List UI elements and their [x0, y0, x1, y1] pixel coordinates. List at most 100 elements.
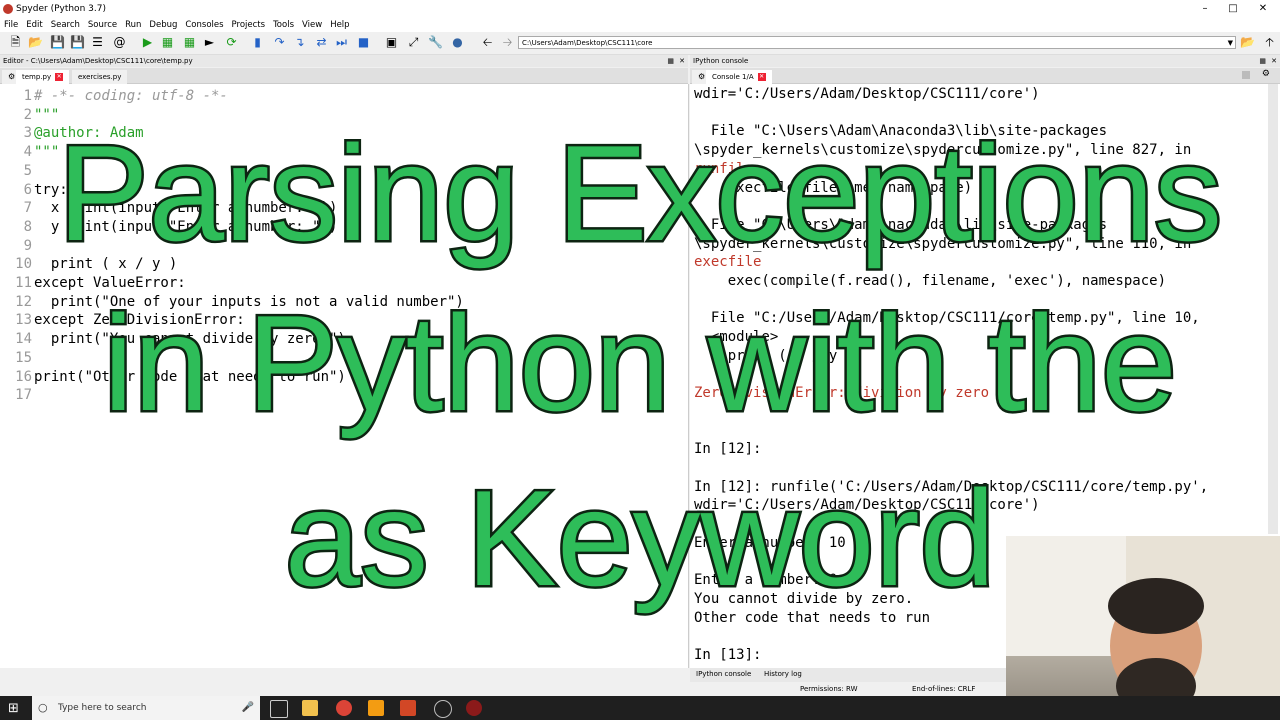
console-line: File "C:\Users\Adam\Anaconda3\lib\site-p…: [694, 216, 1108, 233]
obs-icon[interactable]: [434, 700, 452, 718]
code-editor[interactable]: 1 # -*- coding: utf-8 -*- 2 """ 3 @author: Ad…: [0, 84, 689, 668]
python-path-icon[interactable]: ●: [450, 35, 465, 50]
forward-arrow-icon[interactable]: 🡢: [500, 35, 515, 50]
stop-debug-icon[interactable]: ■: [356, 35, 371, 50]
menu-consoles[interactable]: Consoles: [181, 18, 227, 32]
close-button[interactable]: ✕: [1248, 2, 1278, 16]
window-title: Spyder (Python 3.7): [16, 4, 106, 14]
save-icon[interactable]: 💾: [50, 35, 65, 50]
console-line: wdir='C:/Users/Adam/Desktop/CSC111/core'…: [694, 497, 1040, 514]
code-line[interactable]: except ZeroDivisionError:: [34, 312, 245, 328]
status-bar: Permissions: RW End-of-lines: CRLF: [690, 682, 1010, 696]
minimize-button[interactable]: –: [1190, 2, 1220, 16]
search-placeholder: Type here to search: [58, 703, 147, 713]
menu-tools[interactable]: Tools: [269, 18, 298, 32]
tab-console-1a[interactable]: Console 1/A ✕: [706, 70, 772, 84]
windows-start-icon[interactable]: ⊞: [8, 701, 19, 716]
line-number: 10: [15, 256, 32, 273]
line-number: 8: [23, 218, 32, 235]
line-number: 11: [15, 275, 32, 291]
menu-help[interactable]: Help: [326, 18, 353, 32]
stop-console-icon[interactable]: [1242, 71, 1250, 79]
close-tab-icon[interactable]: ✕: [757, 73, 766, 81]
run-cell-advance-icon[interactable]: ▦: [182, 35, 197, 50]
open-file-icon[interactable]: 📂: [28, 35, 43, 50]
debug-icon[interactable]: ▮: [250, 35, 265, 50]
tab-ipython-console[interactable]: IPython console: [696, 670, 751, 678]
code-line[interactable]: print("You cannot divide by zero."): [34, 331, 346, 347]
line-number: 15: [15, 349, 32, 366]
console-scrollbar[interactable]: [1268, 84, 1278, 534]
maximize-button[interactable]: □: [1218, 2, 1248, 16]
menu-view[interactable]: View: [298, 18, 326, 32]
code-line[interactable]: """: [34, 107, 59, 123]
back-arrow-icon[interactable]: 🡠: [480, 35, 495, 50]
console-line: ZeroDivisionError: division by zero: [694, 385, 990, 402]
windows-taskbar: ⊞ ○ Type here to search 🎤: [0, 696, 1280, 720]
undock-icon[interactable]: ▦: [1259, 55, 1266, 67]
new-file-icon[interactable]: 🗎: [8, 35, 23, 50]
code-line[interactable]: """: [34, 144, 59, 160]
console-line: In [13]:: [694, 647, 770, 663]
tab-history-log[interactable]: History log: [764, 670, 802, 678]
chevron-down-icon[interactable]: ▼: [1228, 37, 1233, 50]
run-cell-icon[interactable]: ▦: [160, 35, 175, 50]
browse-folder-icon[interactable]: 📂: [1240, 35, 1255, 50]
menu-debug[interactable]: Debug: [145, 18, 181, 32]
menu-edit[interactable]: Edit: [22, 18, 46, 32]
close-pane-icon[interactable]: ✕: [1271, 55, 1277, 67]
close-tab-icon[interactable]: ✕: [55, 73, 64, 81]
console-pane-header: IPython console ▦ ✕: [690, 55, 1280, 67]
taskbar-search-box[interactable]: ○ Type here to search 🎤: [32, 696, 260, 720]
step-into-icon[interactable]: ↴: [292, 35, 307, 50]
code-line[interactable]: try:: [34, 182, 68, 198]
run-selection-icon[interactable]: ►: [202, 35, 217, 50]
editor-pane-header: Editor - C:\Users\Adam\Desktop\CSC111\co…: [0, 55, 688, 67]
tab-label: temp.py: [22, 73, 52, 81]
continue-icon[interactable]: ⏭: [334, 35, 349, 50]
working-directory-field[interactable]: C:\Users\Adam\Desktop\CSC111\core ▼: [518, 36, 1236, 49]
close-pane-icon[interactable]: ✕: [679, 55, 685, 67]
list-icon[interactable]: ☰: [90, 35, 105, 50]
menu-source[interactable]: Source: [84, 18, 121, 32]
undock-icon[interactable]: ▦: [667, 55, 674, 67]
console-line: runfile: [694, 160, 754, 177]
tab-exercises-py[interactable]: exercises.py: [72, 70, 128, 84]
spyder-taskbar-icon[interactable]: [466, 700, 482, 716]
save-all-icon[interactable]: 💾: [70, 35, 85, 50]
code-line[interactable]: @author: Adam: [34, 125, 144, 141]
tab-temp-py[interactable]: temp.py ✕: [16, 70, 70, 84]
parent-directory-icon[interactable]: 🡡: [1262, 35, 1277, 50]
menu-search[interactable]: Search: [47, 18, 84, 32]
menu-run[interactable]: Run: [121, 18, 145, 32]
maximize-pane-icon[interactable]: ▣: [384, 35, 399, 50]
preferences-icon[interactable]: 🔧: [428, 35, 443, 50]
file-explorer-icon[interactable]: [302, 700, 318, 716]
code-line[interactable]: # -*- coding: utf-8 -*-: [34, 88, 228, 104]
console-line: You cannot divide by zero.: [694, 590, 914, 607]
code-line[interactable]: except ValueError:: [34, 275, 186, 291]
spyder-app-icon: [3, 4, 13, 14]
presenter-image: [1006, 536, 1280, 720]
chrome-icon[interactable]: [336, 700, 352, 716]
sublime-text-icon[interactable]: [368, 700, 384, 716]
code-line[interactable]: y = int(input("Enter a number: ")): [34, 219, 338, 235]
step-icon[interactable]: ↷: [272, 35, 287, 50]
microphone-icon[interactable]: 🎤: [242, 696, 254, 720]
console-line: <module>: [694, 329, 779, 346]
run-icon[interactable]: ▶: [140, 35, 155, 50]
code-line[interactable]: print("Other code that needs to run"): [34, 369, 346, 385]
menu-projects[interactable]: Projects: [228, 18, 270, 32]
menu-file[interactable]: File: [0, 18, 22, 32]
fullscreen-icon[interactable]: ⤢: [406, 35, 421, 50]
line-number: 1: [23, 88, 32, 104]
code-line[interactable]: x = int(input("Enter a number: ")): [34, 200, 338, 216]
rerun-icon[interactable]: ⟳: [224, 35, 239, 50]
code-line[interactable]: print("One of your inputs is not a valid…: [34, 294, 464, 310]
code-line[interactable]: print ( x / y ): [34, 256, 177, 272]
powerpoint-icon[interactable]: [400, 700, 416, 716]
console-options-icon[interactable]: ⚙: [1262, 69, 1270, 79]
at-icon[interactable]: @: [112, 35, 127, 50]
step-return-icon[interactable]: ⇄: [314, 35, 329, 50]
task-view-icon[interactable]: [270, 700, 288, 718]
